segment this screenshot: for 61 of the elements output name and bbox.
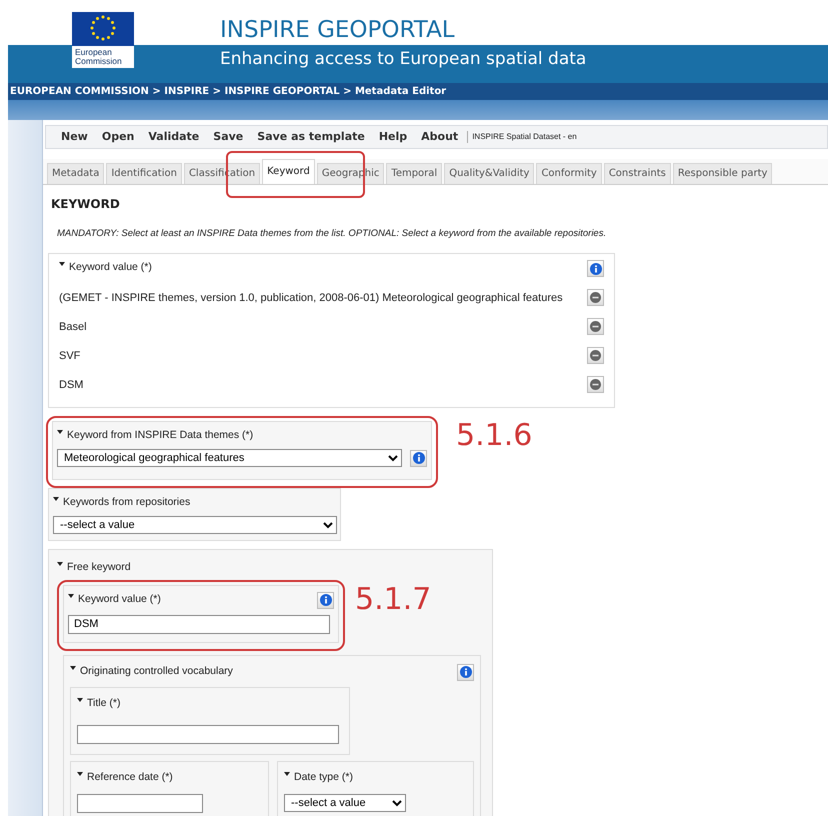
keyword-value: (GEMET - INSPIRE themes, version 1.0, publication, 2008-06-01) Meteorological geographical features <box>59 290 563 306</box>
menu-item[interactable]: Validate <box>141 128 206 146</box>
tab[interactable]: Identification <box>106 163 182 184</box>
tab[interactable]: Metadata <box>47 163 104 184</box>
info-button[interactable] <box>587 260 604 278</box>
site-title: INSPIRE GEOPORTAL <box>220 17 455 43</box>
keyword-value: Basel <box>59 320 87 334</box>
site-subtitle: Enhancing access to European spatial data <box>220 48 586 70</box>
dropdown[interactable]: Meteorological geographical features <box>57 449 402 467</box>
collapse-triangle-icon[interactable] <box>284 772 290 776</box>
eu-flag-icon <box>72 12 134 46</box>
collapse-triangle-icon[interactable] <box>70 666 76 670</box>
panel-title: Title (*) <box>87 696 120 710</box>
remove-button[interactable] <box>587 376 604 394</box>
panel-title: Keyword from INSPIRE Data themes (*) <box>67 428 254 444</box>
text-field[interactable] <box>77 725 339 744</box>
instruction-text: MANDATORY: Select at least an INSPIRE Data themes from the list. OPTIONAL: Select a keyword from the available repositories. <box>57 227 608 241</box>
tab[interactable]: Responsible party <box>672 163 772 184</box>
menu-item[interactable]: New <box>54 128 95 146</box>
menu-item[interactable]: Save as template <box>250 128 372 146</box>
panel-title: Date type (*) <box>294 770 353 786</box>
annotation-label: 5.1.7 <box>355 584 432 616</box>
tab[interactable]: Quality&Validity <box>444 163 534 184</box>
remove-button[interactable] <box>587 318 604 336</box>
dropdown[interactable]: --select a value <box>284 794 406 812</box>
collapse-triangle-icon[interactable] <box>57 430 63 434</box>
panel-title: Free keyword <box>67 560 131 575</box>
keyword-value: SVF <box>59 348 80 364</box>
menu-item[interactable]: Save <box>206 128 250 146</box>
logo-text: European Commission <box>72 46 134 68</box>
collapse-triangle-icon[interactable] <box>77 772 83 776</box>
collapse-triangle-icon[interactable] <box>68 594 74 598</box>
collapse-triangle-icon[interactable] <box>53 497 59 501</box>
text-field[interactable] <box>77 794 203 813</box>
text-field[interactable]: DSM <box>68 614 330 634</box>
tab[interactable]: Temporal <box>386 163 442 184</box>
tab[interactable]: Conformity <box>536 163 602 184</box>
menu-item[interactable]: Help <box>372 128 414 146</box>
keyword-value: DSM <box>59 378 84 392</box>
remove-button[interactable] <box>587 347 604 364</box>
collapse-triangle-icon[interactable] <box>77 698 83 702</box>
collapse-triangle-icon[interactable] <box>57 562 63 566</box>
menu-item[interactable]: About <box>414 128 466 146</box>
panel-title: Reference date (*) <box>87 770 173 786</box>
panel-title: Keywords from repositories <box>63 495 190 510</box>
section-heading: KEYWORD <box>51 196 121 213</box>
menu-item[interactable]: Open <box>94 128 142 146</box>
tab[interactable]: Keyword <box>262 159 315 184</box>
info-button[interactable] <box>317 592 334 608</box>
tab[interactable]: Constraints <box>604 163 671 184</box>
document-name: INSPIRE Spatial Dataset - en <box>467 131 577 143</box>
dropdown[interactable]: --select a value <box>53 516 337 534</box>
panel-title: Originating controlled vocabulary <box>80 664 233 678</box>
info-button[interactable] <box>410 450 427 466</box>
panel-title: Keyword value (*) <box>78 592 161 606</box>
remove-button[interactable] <box>587 289 604 306</box>
panel-title: Keyword value (*) <box>69 260 152 276</box>
collapse-triangle-icon[interactable] <box>59 262 65 266</box>
annotation-label: 5.1.6 <box>456 420 532 452</box>
info-button[interactable] <box>457 664 474 680</box>
breadcrumb: EUROPEAN COMMISSION > INSPIRE > INSPIRE GEOPORTAL > Metadata Editor <box>8 83 828 100</box>
